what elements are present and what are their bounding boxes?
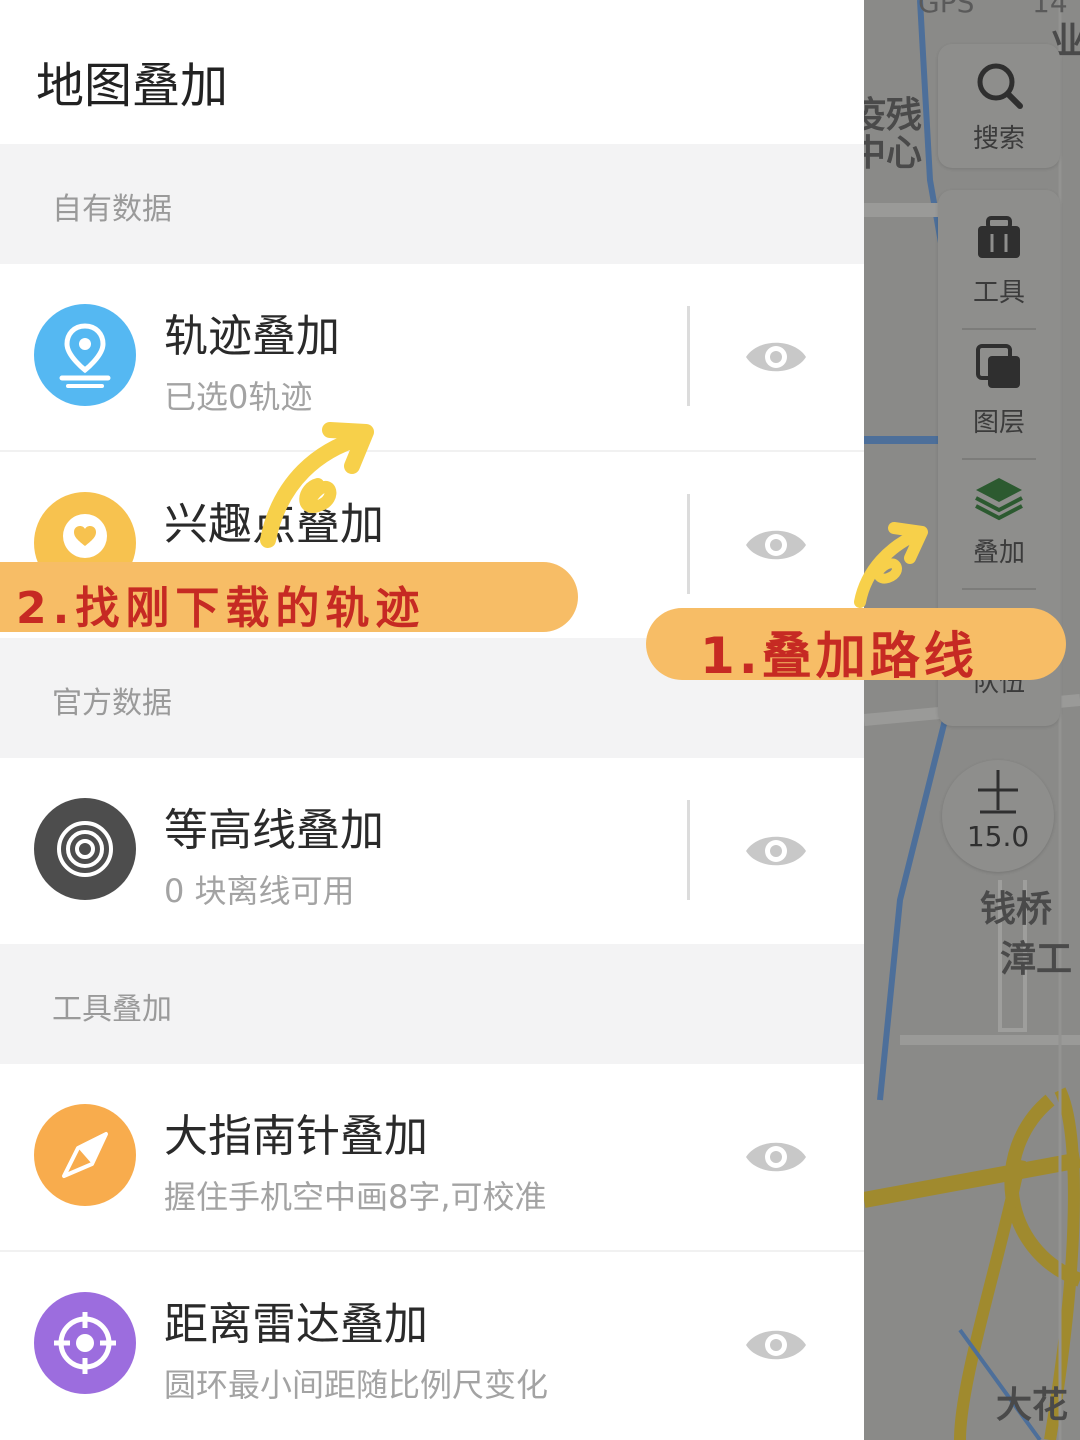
tools-button[interactable]: 工具 bbox=[938, 212, 1060, 309]
list-item-radar-overlay[interactable]: 距离雷达叠加 圆环最小间距随比例尺变化 bbox=[0, 1252, 864, 1438]
item-title: 等高线叠加 bbox=[164, 805, 384, 856]
stack-layers-icon bbox=[972, 472, 1026, 526]
eye-icon[interactable] bbox=[744, 1136, 808, 1178]
search-icon bbox=[972, 58, 1026, 112]
page-title: 地图叠加 bbox=[36, 58, 229, 114]
overlay-label: 叠加 bbox=[972, 538, 1025, 568]
item-divider bbox=[687, 494, 690, 594]
radar-icon bbox=[34, 1292, 136, 1394]
list-item-contour-overlay[interactable]: 等高线叠加 0 块离线可用 bbox=[0, 758, 864, 944]
item-title: 大指南针叠加 bbox=[164, 1111, 428, 1162]
section-label: 工具叠加 bbox=[52, 992, 172, 1027]
list-item-track-overlay[interactable]: 轨迹叠加 已选0轨迹 bbox=[0, 264, 864, 450]
layers-button[interactable]: 图层 bbox=[938, 342, 1060, 439]
gps-status: GPS bbox=[918, 0, 975, 19]
eye-icon[interactable] bbox=[744, 830, 808, 872]
section-label: 官方数据 bbox=[52, 686, 172, 721]
annotation-step-1: 1.叠加路线 bbox=[646, 608, 1066, 685]
toolbox-icon bbox=[972, 212, 1026, 266]
contour-icon bbox=[34, 798, 136, 900]
item-subtitle: 握住手机空中画8字,可校准 bbox=[164, 1178, 547, 1216]
item-subtitle: 圆环最小间距随比例尺变化 bbox=[164, 1366, 549, 1404]
toolbar-divider bbox=[962, 328, 1036, 330]
toolbar-divider bbox=[962, 588, 1036, 590]
layers-icon bbox=[972, 342, 1026, 396]
zoom-control[interactable]: 15.0 bbox=[942, 760, 1054, 872]
section-header-own-data: 自有数据 bbox=[0, 144, 864, 264]
item-divider bbox=[687, 800, 690, 900]
satellite-count: 14 bbox=[1032, 0, 1068, 19]
search-button[interactable]: 搜索 bbox=[938, 58, 1060, 155]
eye-icon[interactable] bbox=[744, 524, 808, 566]
section-label: 自有数据 bbox=[52, 192, 172, 227]
map-label-zhanggong: 漳工 bbox=[1000, 939, 1073, 980]
search-label: 搜索 bbox=[972, 124, 1025, 154]
item-title: 距离雷达叠加 bbox=[164, 1299, 428, 1350]
location-pin-icon bbox=[34, 304, 136, 406]
overlay-button[interactable]: 叠加 bbox=[938, 472, 1060, 569]
search-card: 搜索 bbox=[938, 44, 1060, 168]
item-subtitle: 已选0轨迹 bbox=[164, 378, 313, 416]
map-label-qianqiao: 钱桥 bbox=[980, 889, 1053, 930]
item-divider bbox=[687, 306, 690, 406]
compass-icon bbox=[34, 1104, 136, 1206]
annotation-step-2: 2.找刚下载的轨迹 bbox=[0, 562, 578, 634]
item-title: 兴趣点叠加 bbox=[164, 499, 384, 550]
annotation-step-1-text: 1.叠加路线 bbox=[700, 627, 978, 685]
layers-label: 图层 bbox=[972, 408, 1025, 438]
eye-icon[interactable] bbox=[744, 1324, 808, 1366]
overlay-panel: 地图叠加 自有数据 轨迹叠加 已选0轨迹 兴趣点叠加 官方数据 等高线叠加 0 … bbox=[0, 0, 864, 1440]
map-label-dahua: 大花 bbox=[996, 1385, 1069, 1426]
item-subtitle: 0 块离线可用 bbox=[164, 872, 355, 910]
list-item-compass-overlay[interactable]: 大指南针叠加 握住手机空中画8字,可校准 bbox=[0, 1064, 864, 1250]
toolbar-divider bbox=[962, 458, 1036, 460]
eye-icon[interactable] bbox=[744, 336, 808, 378]
zoom-level: 15.0 bbox=[966, 820, 1030, 853]
zoom-in-icon bbox=[978, 770, 1018, 814]
tools-label: 工具 bbox=[972, 278, 1025, 308]
item-title: 轨迹叠加 bbox=[164, 311, 340, 362]
annotation-step-2-text: 2.找刚下载的轨迹 bbox=[16, 583, 426, 634]
section-header-tool-overlay: 工具叠加 bbox=[0, 944, 864, 1064]
